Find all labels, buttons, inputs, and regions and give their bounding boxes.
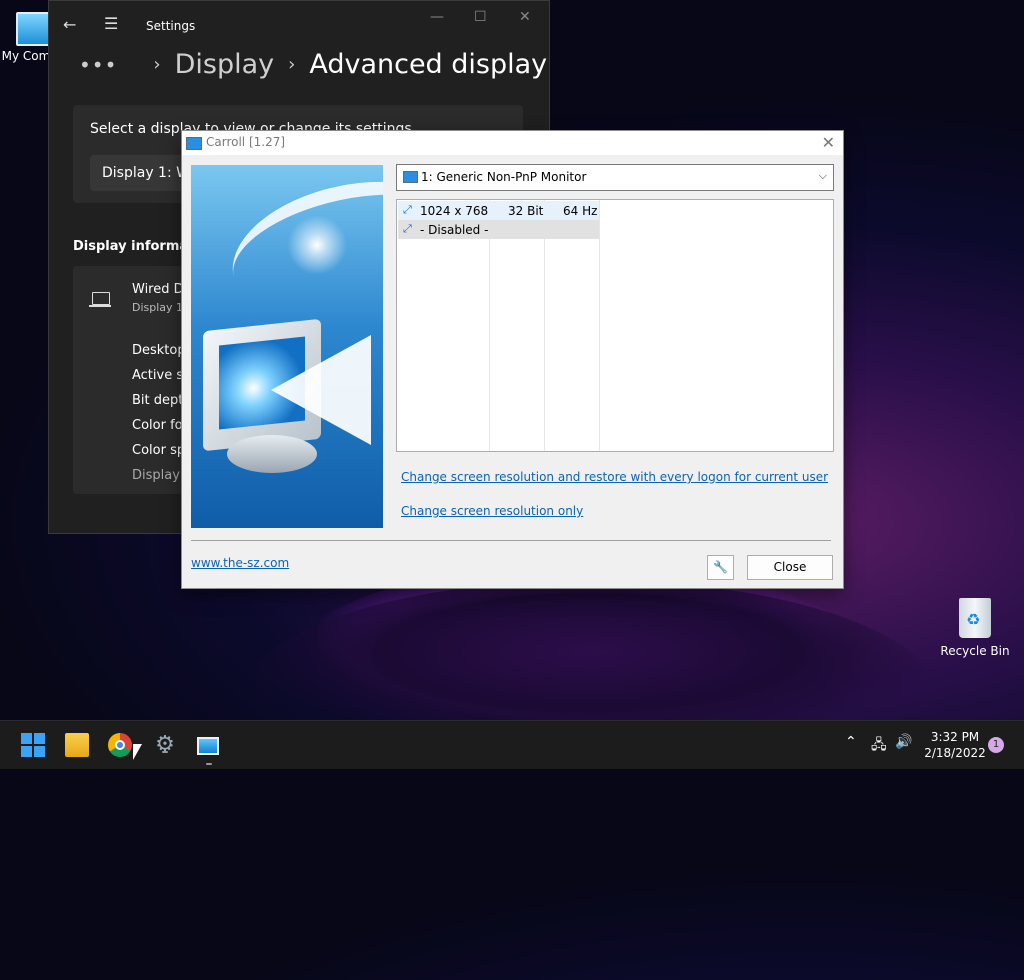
change-only-link[interactable]: Change screen resolution only bbox=[401, 504, 583, 518]
clock-time: 3:32 PM bbox=[930, 730, 980, 744]
chevron-up-icon[interactable]: ⌃ bbox=[845, 734, 857, 782]
display-info-heading: Display informati bbox=[73, 239, 199, 254]
info-row: Desktop bbox=[132, 343, 186, 358]
settings-wrench-button[interactable]: 🔧 bbox=[707, 555, 734, 580]
hamburger-menu-icon[interactable]: ☰ bbox=[104, 14, 118, 33]
dialog-title: Carroll [1.27] bbox=[206, 135, 286, 149]
list-item[interactable]: ⤢ - Disabled - bbox=[398, 220, 599, 239]
notification-badge[interactable]: 1 bbox=[988, 737, 1004, 753]
recycle-bin-label: Recycle Bin bbox=[940, 644, 1010, 658]
monitor-select[interactable]: 1: Generic Non-PnP Monitor ⌵ bbox=[396, 164, 834, 191]
windows-start-icon[interactable] bbox=[21, 733, 45, 757]
my-computer-desktop-icon[interactable]: My Com bbox=[0, 8, 56, 63]
close-button[interactable]: Close bbox=[747, 555, 833, 580]
mouse-cursor bbox=[133, 744, 142, 760]
dialog-titlebar: Carroll [1.27] ✕ bbox=[182, 131, 843, 155]
info-row[interactable]: Display bbox=[132, 468, 180, 483]
chevron-right-icon: › bbox=[288, 54, 296, 75]
mode-resolution: 1024 x 768 bbox=[420, 204, 489, 218]
network-icon[interactable]: 🖧 bbox=[871, 734, 887, 782]
carroll-artwork bbox=[191, 165, 383, 528]
more-dots-icon[interactable]: ••• bbox=[79, 53, 117, 77]
mode-depth: 32 Bit bbox=[508, 204, 544, 218]
wrench-icon: 🔧 bbox=[713, 560, 728, 574]
recycle-bin-desktop-icon[interactable]: ♻ Recycle Bin bbox=[940, 598, 1010, 658]
page-title: Advanced display bbox=[309, 49, 548, 80]
info-row: Color fo bbox=[132, 418, 183, 433]
info-row: Bit dept bbox=[132, 393, 184, 408]
my-computer-label: My Com bbox=[1, 49, 51, 63]
list-item[interactable]: ⤢ 1024 x 768 32 Bit 64 Hz bbox=[398, 201, 599, 220]
close-icon[interactable]: ✕ bbox=[519, 9, 531, 25]
running-indicator bbox=[206, 763, 212, 765]
settings-titlebar: ← ☰ Settings — ☐ ✕ bbox=[49, 1, 549, 49]
settings-gear-icon[interactable]: ⚙ bbox=[153, 733, 177, 757]
wallpaper-shadow bbox=[240, 580, 940, 820]
chevron-right-icon: › bbox=[153, 54, 161, 75]
breadcrumb: ••• › Display › Advanced display bbox=[79, 49, 547, 80]
display-subtitle: Display 1: bbox=[132, 301, 187, 314]
info-row: Color sp bbox=[132, 443, 186, 458]
website-link[interactable]: www.the-sz.com bbox=[191, 556, 289, 570]
divider bbox=[191, 540, 831, 541]
settings-title: Settings bbox=[146, 19, 196, 33]
display-dropdown-value: Display 1: Wi bbox=[102, 165, 194, 181]
recycle-bin-icon: ♻ bbox=[959, 598, 991, 638]
laptop-icon bbox=[89, 292, 111, 307]
monitor-icon bbox=[403, 171, 418, 183]
mode-resolution: - Disabled - bbox=[420, 223, 489, 237]
carroll-dialog: Carroll [1.27] ✕ 1: Generic Non-PnP Moni… bbox=[181, 130, 844, 589]
volume-icon[interactable]: 🔊 bbox=[895, 734, 912, 782]
chevron-down-icon: ⌵ bbox=[818, 169, 827, 182]
app-monitor-icon bbox=[186, 137, 202, 150]
carroll-taskbar-icon[interactable] bbox=[197, 737, 219, 755]
resize-arrow-icon: ⤢ bbox=[403, 222, 412, 235]
resolution-list[interactable]: ⤢ 1024 x 768 32 Bit 64 Hz ⤢ - Disabled - bbox=[396, 199, 834, 452]
info-row: Active si bbox=[132, 368, 187, 383]
file-explorer-icon[interactable] bbox=[65, 733, 89, 757]
change-and-restore-link[interactable]: Change screen resolution and restore wit… bbox=[401, 470, 828, 484]
chrome-icon[interactable] bbox=[108, 733, 132, 757]
display-name: Wired D bbox=[132, 282, 184, 297]
clock-date: 2/18/2022 bbox=[924, 746, 986, 760]
minimize-icon[interactable]: — bbox=[430, 9, 444, 25]
maximize-icon[interactable]: ☐ bbox=[474, 9, 487, 25]
close-icon[interactable]: ✕ bbox=[822, 133, 835, 152]
clock[interactable]: 3:32 PM 2/18/2022 bbox=[922, 729, 988, 761]
monitor-select-value: 1: Generic Non-PnP Monitor bbox=[421, 170, 587, 184]
mode-refresh: 64 Hz bbox=[563, 204, 598, 218]
back-arrow-icon[interactable]: ← bbox=[63, 15, 76, 34]
breadcrumb-display[interactable]: Display bbox=[175, 49, 275, 80]
taskbar: ⚙ ⌃ 🖧 🔊 3:32 PM 2/18/2022 1 bbox=[0, 720, 1024, 769]
resize-arrow-icon: ⤢ bbox=[403, 203, 412, 216]
